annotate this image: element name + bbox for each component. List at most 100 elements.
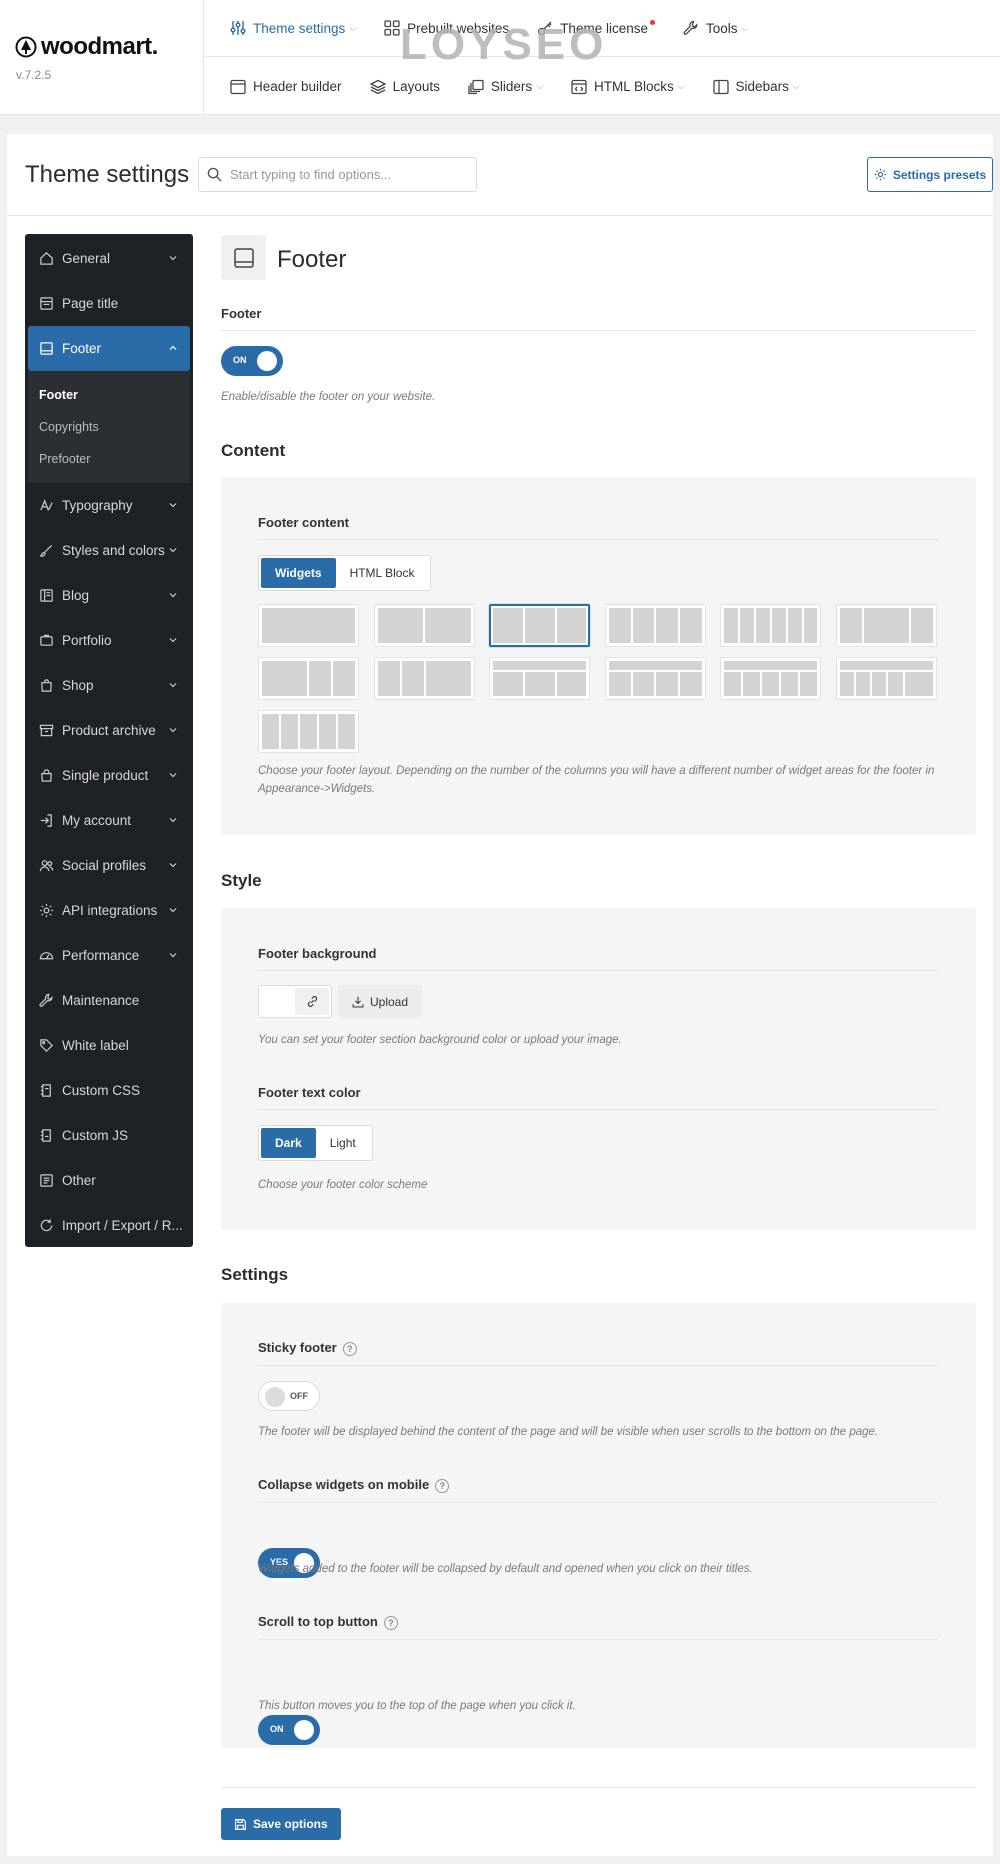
footer-layout-option[interactable] <box>258 710 359 753</box>
chevron-down-icon <box>169 503 177 508</box>
footer-layout-option[interactable] <box>720 604 822 647</box>
sidebar-item-my-account[interactable]: My account <box>25 798 193 843</box>
footer-section-icon <box>221 235 266 280</box>
layout-column <box>556 608 587 643</box>
sidebar-item-footer[interactable]: Footer <box>28 326 190 371</box>
layout-column <box>426 661 471 696</box>
nav-sidebars[interactable]: Sidebars ⌵ <box>712 79 800 95</box>
settings-sidebar: General Page title Footer Footer Copyrights P… <box>25 234 193 1247</box>
nav-theme-settings[interactable]: Theme settings ⌵ <box>230 20 356 36</box>
sidebar-item-product-archive[interactable]: Product archive <box>25 708 193 753</box>
layout-column <box>864 608 909 643</box>
chevron-down-icon <box>169 863 177 868</box>
chevron-down-icon <box>169 593 177 598</box>
wrench-icon <box>39 993 53 1007</box>
layout-column <box>910 608 933 643</box>
footer-enable-toggle[interactable]: ON <box>221 346 283 376</box>
sidebar-item-white-label[interactable]: White label <box>25 1023 193 1068</box>
layout-column <box>800 672 818 696</box>
footer-layout-option[interactable] <box>604 604 706 647</box>
sidebar-item-styles-and-colors[interactable]: Styles and colors <box>25 528 193 573</box>
sidebar-item-label: Custom JS <box>62 1128 129 1143</box>
tab-widgets[interactable]: Widgets <box>261 558 336 588</box>
sidebar-item-custom-js[interactable]: Custom JS <box>25 1113 193 1158</box>
sidebar-item-performance[interactable]: Performance <box>25 933 193 978</box>
footer-toggle-label: Footer <box>221 306 262 321</box>
layout-column <box>856 672 871 696</box>
option-dark[interactable]: Dark <box>261 1128 316 1158</box>
layout-column <box>493 608 523 643</box>
nav-label: Layouts <box>392 79 440 94</box>
sidebar-item-social-profiles[interactable]: Social profiles <box>25 843 193 888</box>
nav-sliders[interactable]: Sliders ⌵ <box>468 79 543 95</box>
woodmart-logo[interactable]: woodmart. <box>15 33 158 61</box>
sidebar-item-label: Performance <box>62 948 140 963</box>
upload-button[interactable]: Upload <box>338 985 423 1018</box>
sidebar-item-single-product[interactable]: Single product <box>25 753 193 798</box>
settings-presets-button[interactable]: Settings presets <box>867 157 993 192</box>
grid-icon <box>384 20 400 36</box>
sidebar-item-portfolio[interactable]: Portfolio <box>25 618 193 663</box>
divider <box>258 1502 938 1503</box>
layout-column <box>308 661 331 696</box>
layout-column <box>319 714 336 749</box>
brush-icon <box>39 544 53 557</box>
footer-layout-option[interactable] <box>835 604 937 647</box>
footer-layout-option[interactable] <box>373 604 475 647</box>
footer-layout-option[interactable] <box>489 604 591 647</box>
sidebar-item-typography[interactable]: Typography <box>25 483 193 528</box>
settings-heading: Settings <box>221 1265 289 1284</box>
submenu-item-prefooter[interactable]: Prefooter <box>39 443 190 475</box>
sidebar-item-general[interactable]: General <box>25 236 193 281</box>
footer-layout-option[interactable] <box>258 657 359 700</box>
sidebar-item-import-export-r[interactable]: Import / Export / R... <box>25 1203 193 1248</box>
color-swatch[interactable] <box>258 985 332 1018</box>
footer-layout-option[interactable] <box>258 604 359 647</box>
sidebar-item-label: Blog <box>62 588 90 603</box>
footer-layout-option[interactable] <box>835 657 937 700</box>
panel-header: Theme settings Settings presets <box>7 134 993 216</box>
sidebar-item-maintenance[interactable]: Maintenance <box>25 978 193 1023</box>
footer-layout-option[interactable] <box>373 657 475 700</box>
tab-html-block[interactable]: HTML Block <box>336 558 429 588</box>
save-options-button[interactable]: Save options <box>221 1808 341 1840</box>
help-icon[interactable]: ? <box>342 1341 357 1356</box>
layout-row <box>608 608 702 643</box>
submenu-item-footer[interactable]: Footer <box>39 379 190 411</box>
nav-tools[interactable]: Tools ⌵ <box>683 20 748 36</box>
nav-layouts[interactable]: Layouts <box>369 79 440 95</box>
footer-layout-option[interactable] <box>720 657 822 700</box>
sidebar-item-other[interactable]: Other <box>25 1158 193 1203</box>
gear-icon <box>39 903 54 918</box>
toggle-knob <box>265 1387 285 1407</box>
layout-column <box>632 608 655 643</box>
divider <box>258 539 938 540</box>
sidebar-item-shop[interactable]: Shop <box>25 663 193 708</box>
submenu-item-copyrights[interactable]: Copyrights <box>39 411 190 443</box>
chevron-down-icon <box>169 728 177 733</box>
scroll-to-top-label: Scroll to top button? <box>258 1614 398 1630</box>
footer-layout-option[interactable] <box>604 657 706 700</box>
collapse-widgets-label: Collapse widgets on mobile? <box>258 1477 450 1493</box>
search-box[interactable] <box>198 157 477 192</box>
footer-background-label: Footer background <box>258 946 377 961</box>
nav-html-blocks[interactable]: HTML Blocks ⌵ <box>571 79 685 95</box>
help-icon[interactable]: ? <box>383 1615 398 1630</box>
chevron-down-icon <box>169 638 177 643</box>
sidebar-item-custom-css[interactable]: Custom CSS <box>25 1068 193 1113</box>
footer-layout-option[interactable] <box>489 657 591 700</box>
scroll-to-top-toggle[interactable]: ON <box>258 1715 320 1745</box>
help-icon[interactable]: ? <box>435 1478 450 1493</box>
option-light[interactable]: Light <box>316 1128 370 1158</box>
layout-column <box>904 672 933 696</box>
nav-header-builder[interactable]: Header builder <box>230 79 342 95</box>
sticky-footer-toggle[interactable]: OFF <box>258 1381 320 1411</box>
search-input[interactable] <box>230 167 470 182</box>
layout-row <box>724 661 818 670</box>
sidebar-item-blog[interactable]: Blog <box>25 573 193 618</box>
link-button[interactable] <box>295 988 329 1015</box>
divider <box>258 970 938 971</box>
sidebar-item-page-title[interactable]: Page title <box>25 281 193 326</box>
layout-row <box>377 661 471 696</box>
sidebar-item-api-integrations[interactable]: API integrations <box>25 888 193 933</box>
